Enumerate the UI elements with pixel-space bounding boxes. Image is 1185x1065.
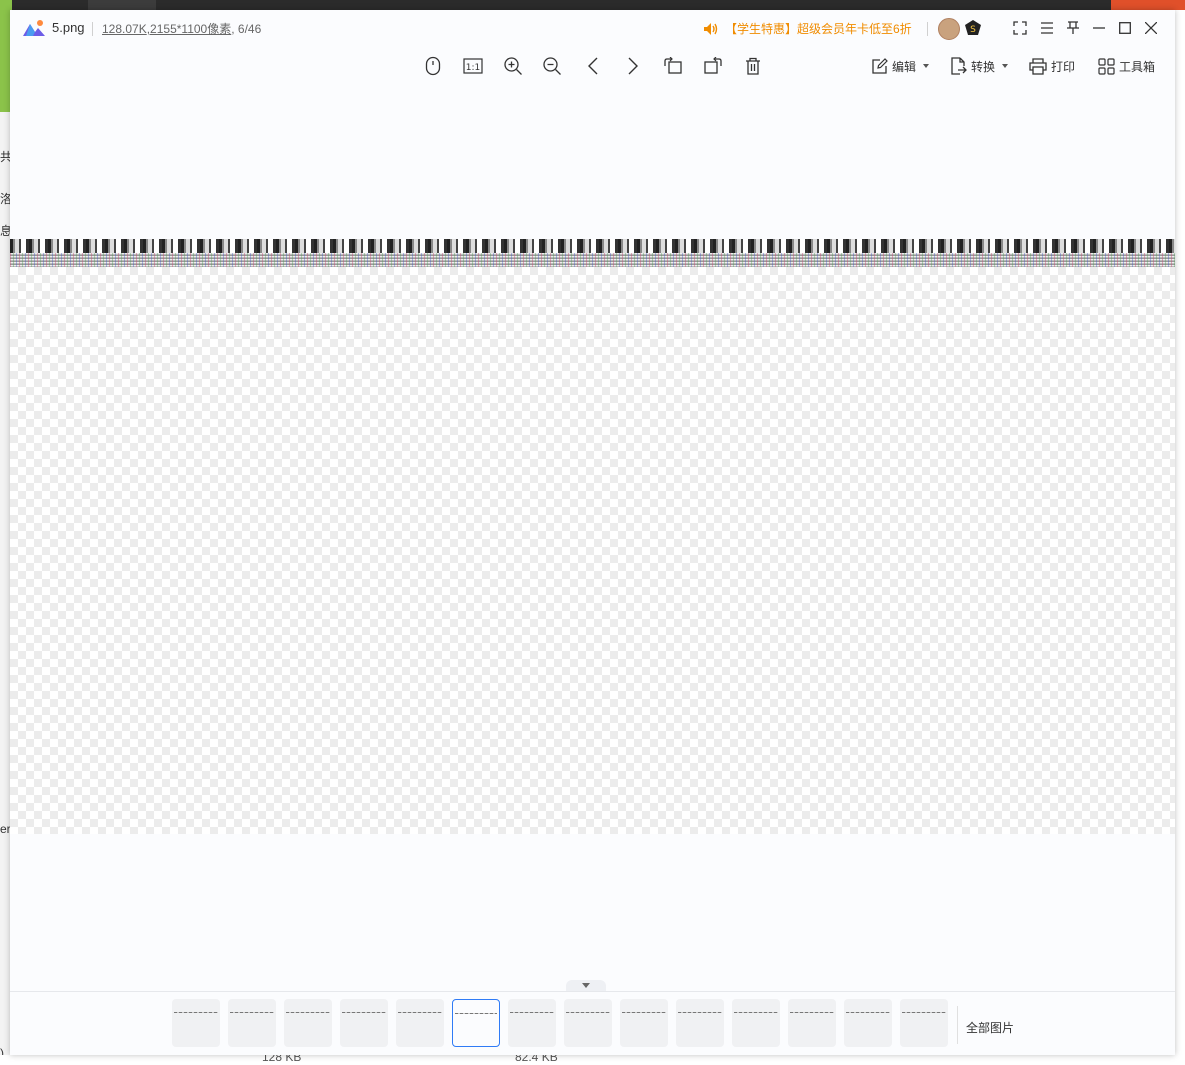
fullscreen-button[interactable]	[1010, 18, 1030, 38]
promo-text: 【学生特惠】超级会员年卡低至6折	[725, 22, 912, 36]
thumbnail[interactable]	[508, 999, 556, 1047]
toolbox-button[interactable]: 工具箱	[1098, 54, 1155, 78]
mouse-icon	[425, 56, 441, 76]
divider	[957, 1006, 958, 1044]
caret-down-icon	[1002, 64, 1009, 68]
image-noise-band	[10, 253, 1175, 267]
trash-icon	[746, 57, 760, 75]
background-file-list: 128 KB 82.4 KB	[0, 1050, 1185, 1065]
toolbox-label: 工具箱	[1119, 59, 1156, 74]
close-button[interactable]	[1141, 18, 1161, 38]
mouse-mode-button[interactable]	[421, 54, 445, 78]
convert-label: 转换	[971, 59, 996, 74]
thumbnail[interactable]	[900, 999, 948, 1047]
print-button[interactable]: 打印	[1029, 54, 1075, 78]
thumbnail[interactable]	[732, 999, 780, 1047]
image-dimensions[interactable]: ,2155*1100像素	[147, 22, 232, 36]
divider	[92, 22, 93, 36]
thumbnail[interactable]	[620, 999, 668, 1047]
chevron-left-icon	[588, 57, 598, 75]
previous-image-button[interactable]	[581, 54, 605, 78]
background-left-column: 共 洛 息 er )	[0, 112, 12, 1065]
hamburger-icon	[1041, 22, 1053, 34]
minimize-icon	[1093, 27, 1105, 29]
pin-button[interactable]	[1063, 18, 1083, 38]
collapse-filmstrip-button[interactable]	[566, 980, 606, 991]
background-red-panel	[1111, 0, 1185, 10]
file-info: 128.07K,2155*1100像素, 6/46	[102, 20, 261, 37]
thumbnail[interactable]	[788, 999, 836, 1047]
print-label: 打印	[1051, 59, 1076, 74]
maximize-icon	[1119, 22, 1131, 34]
filmstrip-divider	[10, 991, 1175, 992]
thumbnail[interactable]	[228, 999, 276, 1047]
thumbnail[interactable]	[564, 999, 612, 1047]
file-name: 5.png	[52, 20, 85, 35]
maximize-button[interactable]	[1115, 18, 1135, 38]
minimize-button[interactable]	[1089, 18, 1109, 38]
promo-banner[interactable]: 【学生特惠】超级会员年卡低至6折	[703, 20, 912, 37]
file-size[interactable]: 128.07K	[102, 22, 147, 36]
thumbnail-strip	[172, 999, 948, 1047]
image-canvas[interactable]	[10, 239, 1175, 834]
pin-icon	[1067, 21, 1079, 34]
title-bar: 5.png 128.07K,2155*1100像素, 6/46 【学生特惠】超级…	[10, 10, 1175, 46]
user-avatar[interactable]	[938, 18, 960, 40]
actual-size-icon: 1:1	[463, 58, 483, 74]
zoom-out-button[interactable]	[540, 54, 564, 78]
caret-down-icon	[923, 64, 930, 68]
edit-menu[interactable]: 编辑	[871, 54, 930, 78]
menu-button[interactable]	[1037, 18, 1057, 38]
transparent-region	[10, 267, 1175, 834]
close-icon	[1145, 22, 1157, 34]
speaker-icon	[704, 22, 718, 35]
printer-icon	[1029, 57, 1047, 75]
thumbnail[interactable]	[284, 999, 332, 1047]
actual-size-button[interactable]: 1:1	[461, 54, 485, 78]
grid-icon	[1098, 57, 1115, 75]
edit-label: 编辑	[892, 59, 917, 74]
rotate-right-button[interactable]	[701, 54, 725, 78]
thumbnail[interactable]	[676, 999, 724, 1047]
background-taskbar-slot	[88, 0, 156, 10]
app-logo-icon	[23, 20, 45, 36]
thumbnail[interactable]	[340, 999, 388, 1047]
rotate-left-icon	[664, 57, 682, 74]
zoom-in-button[interactable]	[501, 54, 525, 78]
svg-text:S: S	[970, 25, 976, 35]
vip-badge-icon[interactable]: S	[964, 19, 982, 37]
background-window-strip	[0, 0, 1185, 10]
all-images-button[interactable]: 全部图片	[966, 1019, 1014, 1036]
zoom-in-icon	[504, 57, 522, 75]
thumbnail[interactable]	[396, 999, 444, 1047]
edit-icon	[872, 57, 888, 74]
zoom-out-icon	[543, 57, 561, 75]
image-content-strip	[10, 239, 1175, 253]
divider	[927, 22, 928, 36]
image-viewer-window: 5.png 128.07K,2155*1100像素, 6/46 【学生特惠】超级…	[10, 10, 1175, 1055]
next-image-button[interactable]	[621, 54, 645, 78]
convert-menu[interactable]: 转换	[950, 54, 1009, 78]
thumbnail-active[interactable]	[452, 999, 500, 1047]
delete-button[interactable]	[741, 54, 765, 78]
image-position: , 6/46	[231, 22, 262, 36]
actual-size-label: 1:1	[466, 63, 480, 73]
caret-down-icon	[582, 983, 590, 988]
fullscreen-icon	[1013, 21, 1027, 35]
rotate-left-button[interactable]	[661, 54, 685, 78]
thumbnail[interactable]	[844, 999, 892, 1047]
convert-icon	[951, 57, 967, 75]
chevron-right-icon	[628, 57, 638, 75]
thumbnail[interactable]	[172, 999, 220, 1047]
rotate-right-icon	[704, 57, 722, 74]
